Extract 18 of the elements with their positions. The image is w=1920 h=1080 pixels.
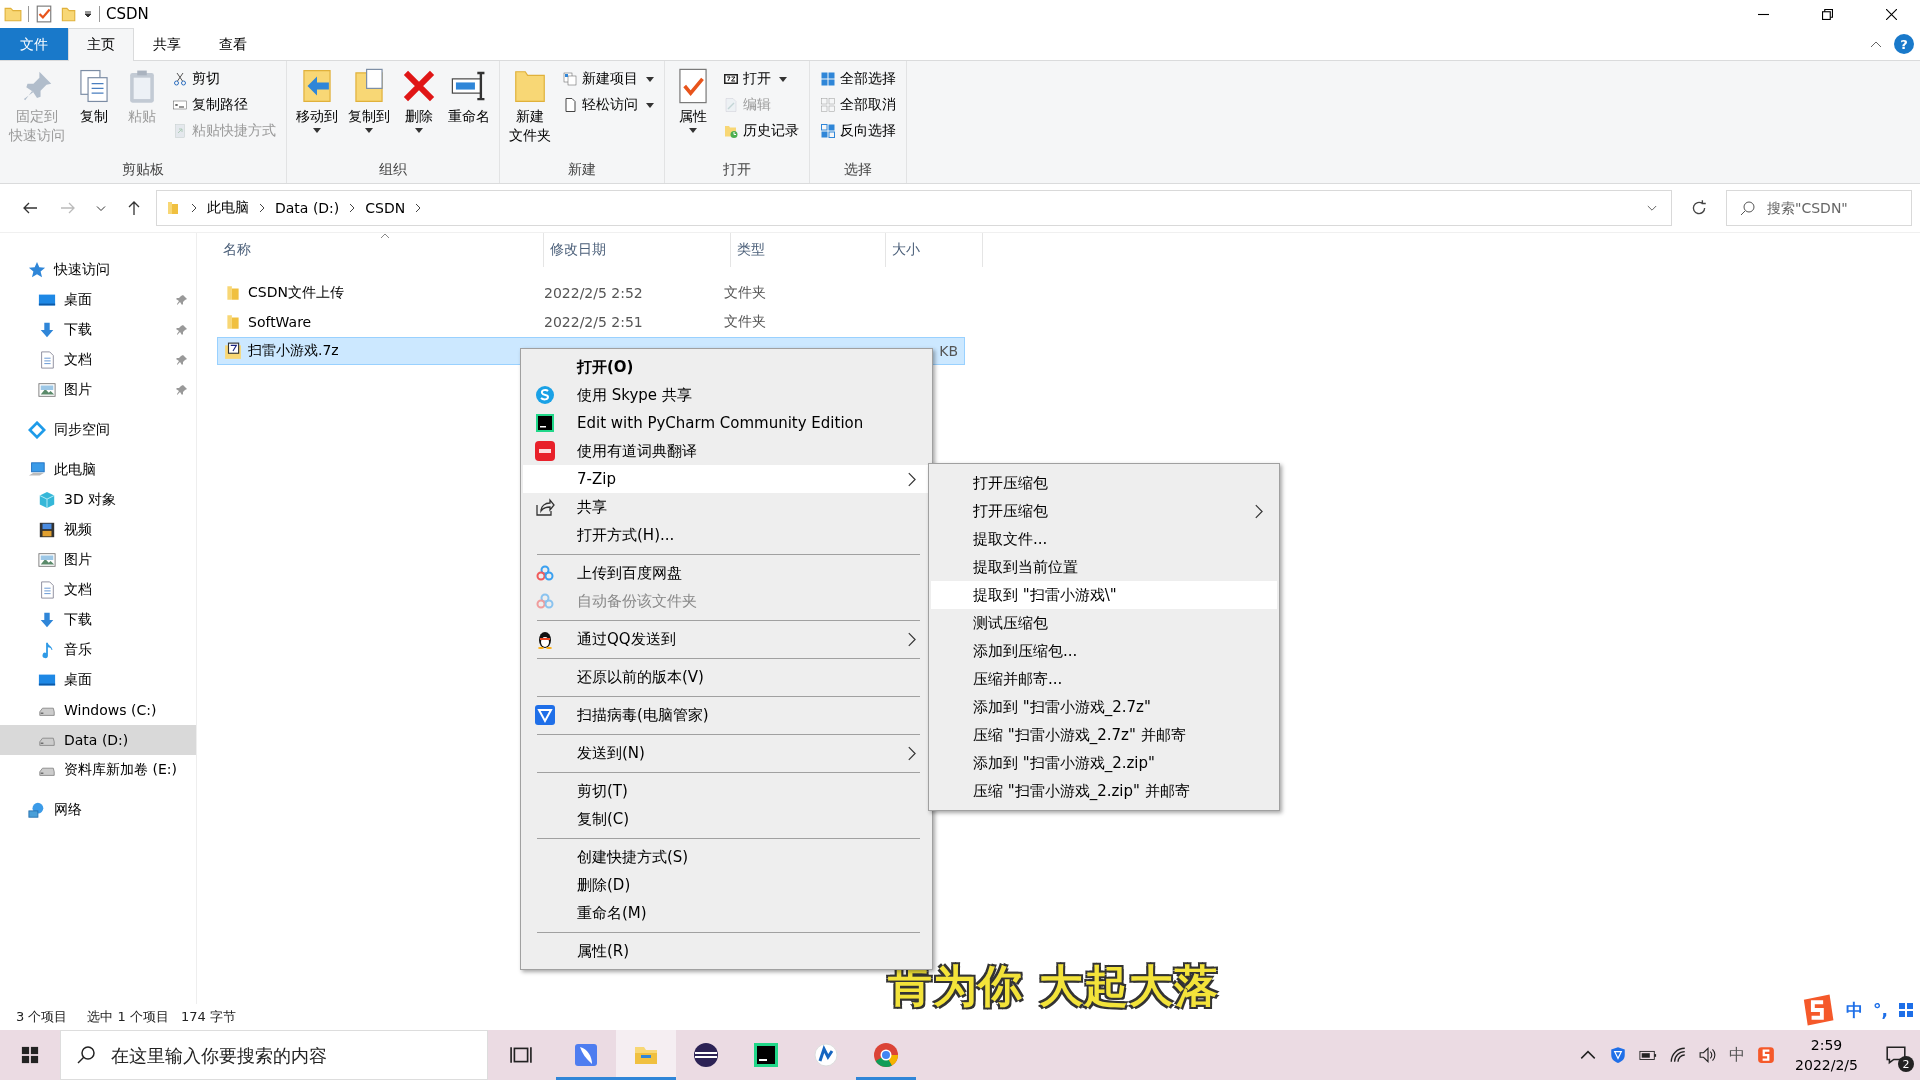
file-name: CSDN文件上传: [248, 284, 344, 302]
table-cell: 2022/2/5 2:52: [544, 285, 643, 301]
notification-count: 2: [1898, 1056, 1914, 1072]
ribbon-group-label: 组织: [378, 160, 408, 179]
table-cell: 文件夹: [724, 284, 766, 302]
item-count: 3 个项目: [16, 1008, 68, 1026]
ribbon-group-label: 选择: [843, 160, 873, 179]
table-cell: KB: [939, 343, 958, 359]
file-name: 扫雷小游戏.7z: [248, 342, 339, 360]
ribbon-group-label: 剪贴板: [121, 160, 165, 179]
ribbon-group-label: 打开: [722, 160, 752, 179]
table-cell: 2022/2/5 2:51: [544, 314, 643, 330]
table-cell: 文件夹: [724, 313, 766, 331]
ribbon-group-label: 新建: [567, 160, 597, 179]
window-title: CSDN: [106, 5, 149, 23]
selection-count: 选中 1 个项目: [87, 1008, 169, 1026]
file-name: SoftWare: [248, 314, 312, 330]
selection-size: 174 字节: [180, 1008, 236, 1026]
